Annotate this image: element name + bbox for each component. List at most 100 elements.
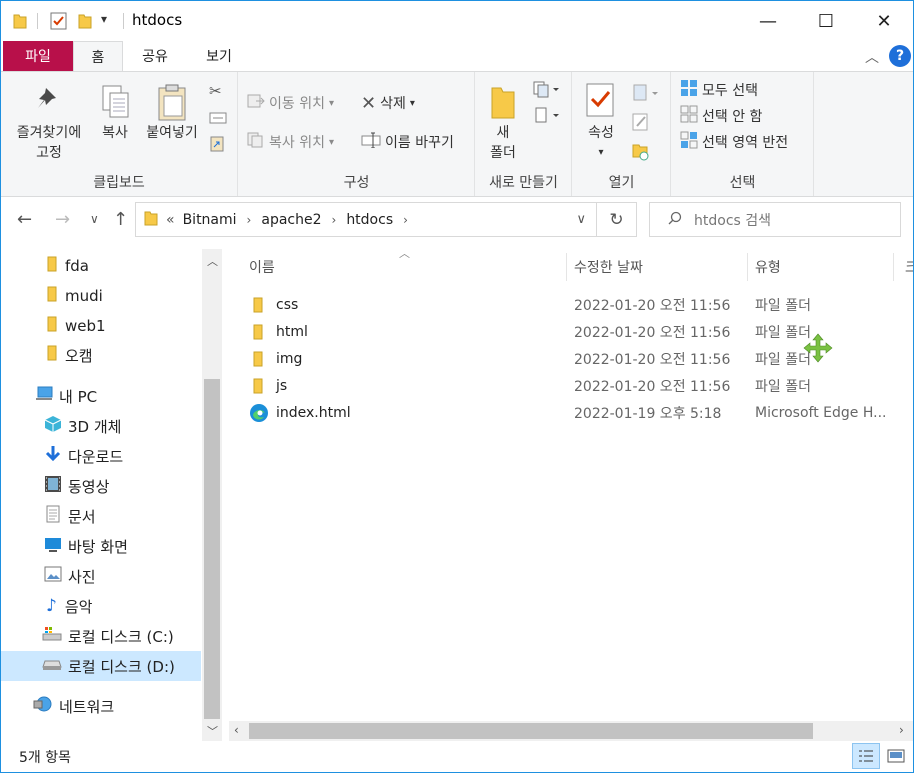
column-divider[interactable] [566, 253, 567, 281]
scroll-down-icon[interactable]: ﹀ [207, 723, 218, 739]
scroll-up-icon[interactable]: ︿ [207, 253, 218, 269]
nav-scroll-thumb[interactable] [204, 379, 220, 719]
customize-quick-access-icon[interactable]: ▾ [101, 12, 107, 26]
file-type: Microsoft Edge H... [755, 405, 887, 421]
column-divider[interactable] [747, 253, 748, 281]
file-name: index.html [276, 405, 351, 421]
window-title: htdocs [132, 11, 183, 29]
nav-item-label: 동영상 [68, 477, 110, 496]
new-folder-icon[interactable] [78, 13, 92, 33]
scroll-right-icon[interactable]: › [899, 723, 904, 737]
paste-button[interactable]: 붙여넣기 [139, 84, 205, 143]
nav-item-videos[interactable]: 동영상 [1, 472, 201, 500]
nav-item-3d-objects[interactable]: 3D 개체 [1, 412, 201, 440]
download-icon [44, 445, 62, 467]
collapse-ribbon-icon[interactable]: ︿ [865, 47, 879, 67]
select-none-button[interactable]: 선택 안 함 [680, 105, 762, 127]
properties-button[interactable]: 속성 ▾ [579, 82, 623, 163]
cut-icon[interactable]: ✂ [209, 82, 222, 100]
breadcrumb-htdocs[interactable]: htdocs [346, 212, 393, 228]
nav-item-pictures[interactable]: 사진 [1, 562, 201, 590]
open-icon[interactable] [631, 84, 661, 106]
nav-item-documents[interactable]: 문서 [1, 502, 201, 530]
tab-home[interactable]: 홈 [73, 41, 123, 71]
horizontal-scroll-thumb[interactable] [249, 723, 813, 739]
column-divider[interactable] [893, 253, 894, 281]
breadcrumb-apache2[interactable]: apache2 [261, 212, 321, 228]
history-icon[interactable] [631, 142, 651, 166]
copy-label: 복사 [102, 125, 128, 141]
tab-share[interactable]: 공유 [127, 41, 183, 71]
breadcrumb-separator-icon[interactable]: › [247, 213, 252, 227]
refresh-icon[interactable]: ↻ [597, 202, 637, 237]
search-box[interactable]: htdocs 검색 [649, 202, 901, 237]
breadcrumb-separator-icon[interactable]: › [403, 213, 408, 227]
new-folder-button[interactable]: 새 폴더 [482, 84, 524, 163]
address-history-chevron-icon[interactable]: ∨ [576, 212, 586, 227]
select-all-button[interactable]: 모두 선택 [680, 79, 758, 101]
pin-label-line2: 고정 [36, 145, 62, 161]
new-item-icon[interactable] [532, 80, 562, 102]
rename-button[interactable]: 이름 바꾸기 [361, 131, 454, 153]
nav-item-web1[interactable]: web1 [1, 312, 201, 340]
nav-item-this-pc[interactable]: 내 PC [1, 382, 201, 410]
file-row-css[interactable]: css 2022-01-20 오전 11:56 파일 폴더 [243, 292, 903, 318]
easy-access-icon[interactable] [532, 106, 562, 128]
nav-scrollbar[interactable]: ︿ ﹀ [202, 249, 222, 741]
nav-item-downloads[interactable]: 다운로드 [1, 442, 201, 470]
minimize-button[interactable]: — [739, 1, 797, 41]
forward-arrow-icon[interactable]: → [55, 209, 70, 230]
folder-icon [253, 373, 263, 399]
new-folder-label-line2: 폴더 [490, 145, 516, 161]
column-header-name[interactable]: 이름 [249, 249, 275, 285]
nav-item-desktop[interactable]: 바탕 화면 [1, 532, 201, 560]
file-row-js[interactable]: js 2022-01-20 오전 11:56 파일 폴더 [243, 373, 903, 399]
close-button[interactable]: ✕ [855, 1, 913, 41]
column-header-type[interactable]: 유형 [755, 249, 781, 285]
nav-item-fda[interactable]: fda [1, 252, 201, 280]
tab-view[interactable]: 보기 [191, 41, 247, 71]
move-to-button[interactable]: 이동 위치 ▾ [247, 92, 334, 114]
properties-icon[interactable] [50, 12, 68, 34]
up-arrow-icon[interactable]: ↑ [113, 209, 128, 230]
breadcrumb-overflow[interactable]: « [166, 212, 175, 228]
breadcrumb-separator-icon[interactable]: › [332, 213, 337, 227]
back-arrow-icon[interactable]: ← [17, 209, 32, 230]
edit-icon[interactable] [631, 112, 651, 136]
copy-button[interactable]: 복사 [93, 84, 137, 143]
horizontal-scrollbar[interactable]: ‹ › [229, 721, 913, 741]
invert-selection-button[interactable]: 선택 영역 반전 [680, 131, 788, 153]
maximize-button[interactable]: ☐ [797, 1, 855, 41]
file-modified: 2022-01-20 오전 11:56 [574, 298, 731, 314]
copy-path-icon[interactable] [209, 110, 227, 129]
large-icons-view-icon[interactable] [883, 743, 909, 769]
nav-item-music[interactable]: ♪ 음악 [1, 592, 201, 620]
nav-item-label: fda [65, 257, 89, 275]
new-group-label: 새로 만들기 [489, 175, 558, 191]
address-bar[interactable]: « Bitnami › apache2 › htdocs › ∨ [135, 202, 597, 237]
column-header-modified[interactable]: 수정한 날짜 [574, 249, 643, 285]
help-icon[interactable]: ? [889, 45, 911, 67]
tab-file[interactable]: 파일 [3, 41, 73, 71]
nav-item-mudi[interactable]: mudi [1, 282, 201, 310]
nav-item-drive-c[interactable]: 로컬 디스크 (C:) [1, 622, 201, 650]
select-none-icon [680, 105, 698, 127]
scroll-left-icon[interactable]: ‹ [234, 723, 239, 737]
properties-check-icon [579, 82, 623, 120]
nav-item-ocam[interactable]: 오캠 [1, 341, 201, 369]
pin-quick-access-button[interactable]: 즐겨찾기에 고정 [7, 84, 91, 163]
invert-selection-icon [680, 131, 698, 153]
delete-button[interactable]: ✕ 삭제 ▾ [361, 92, 415, 114]
file-modified: 2022-01-19 오후 5:18 [574, 406, 722, 422]
nav-item-network[interactable]: 네트워크 [1, 692, 201, 720]
organize-group-label: 구성 [343, 175, 370, 191]
file-row-index-html[interactable]: index.html 2022-01-19 오후 5:18 Microsoft … [243, 400, 903, 426]
breadcrumb-bitnami[interactable]: Bitnami [183, 212, 237, 228]
details-view-icon[interactable] [852, 743, 880, 769]
recent-locations-chevron-icon[interactable]: ∨ [90, 212, 99, 226]
copy-to-button[interactable]: 복사 위치 ▾ [247, 131, 334, 153]
column-header-size[interactable]: 크 [905, 249, 913, 285]
nav-item-label: 오캠 [65, 346, 93, 365]
nav-item-drive-d[interactable]: 로컬 디스크 (D:) [1, 651, 201, 681]
paste-shortcut-icon[interactable] [209, 134, 225, 156]
